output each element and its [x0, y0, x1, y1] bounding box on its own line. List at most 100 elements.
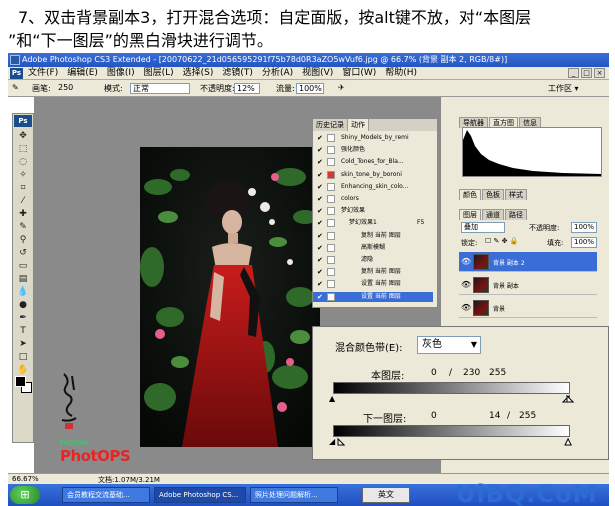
- action-dialog-toggle[interactable]: [327, 158, 335, 167]
- this-layer-white-slider-right[interactable]: ◣: [566, 394, 573, 403]
- flow-input[interactable]: 100%: [296, 83, 324, 94]
- action-row[interactable]: ✔ 复制 当前 图层: [313, 267, 433, 277]
- marquee-tool-icon[interactable]: ⬚: [17, 144, 29, 154]
- slice-tool-icon[interactable]: ⁄: [17, 196, 29, 206]
- menu-help[interactable]: 帮助(H): [385, 67, 417, 80]
- zoom-level[interactable]: 66.67%: [12, 475, 39, 483]
- action-check-icon[interactable]: ✔: [317, 195, 323, 203]
- blur-tool-icon[interactable]: 💧: [17, 287, 29, 297]
- brush-size[interactable]: 250: [58, 83, 73, 92]
- action-check-icon[interactable]: ✔: [317, 171, 323, 179]
- action-dialog-toggle[interactable]: [327, 280, 335, 289]
- action-check-icon[interactable]: ✔: [317, 268, 323, 276]
- menu-edit[interactable]: 编辑(E): [67, 67, 98, 80]
- action-row[interactable]: ✔ skin_tone_by_boroni: [313, 170, 433, 180]
- tab-color[interactable]: 颜色: [459, 189, 481, 200]
- brush-tool-icon-2[interactable]: ✎: [17, 222, 29, 232]
- action-dialog-toggle[interactable]: [327, 219, 335, 228]
- action-check-icon[interactable]: ✔: [317, 256, 323, 264]
- window-titlebar[interactable]: Adobe Photoshop CS3 Extended - [20070622…: [8, 53, 609, 67]
- pen-tool-icon[interactable]: ✒: [17, 313, 29, 323]
- blend-if-select[interactable]: 灰色 ▼: [417, 336, 481, 354]
- shape-tool-icon[interactable]: □: [17, 352, 29, 362]
- start-button[interactable]: ⊞: [10, 486, 40, 504]
- eye-icon[interactable]: 👁: [461, 257, 471, 266]
- menu-view[interactable]: 视图(V): [302, 67, 333, 80]
- stamp-tool-icon[interactable]: ⚲: [17, 235, 29, 245]
- brush-tool-icon[interactable]: ✎: [12, 83, 19, 92]
- action-check-icon[interactable]: ✔: [317, 244, 323, 252]
- menu-layer[interactable]: 图层(L): [144, 67, 174, 80]
- action-row[interactable]: ✔ 强化颜色: [313, 145, 433, 155]
- eraser-tool-icon[interactable]: ▭: [17, 261, 29, 271]
- action-check-icon[interactable]: ✔: [317, 280, 323, 288]
- action-row[interactable]: ✔ colors: [313, 194, 433, 204]
- foreground-color-swatch[interactable]: [15, 376, 26, 387]
- action-row[interactable]: ✔ 高斯模糊: [313, 243, 433, 253]
- task-photo-issues[interactable]: 照片处理问题解析...: [250, 487, 338, 503]
- tab-styles[interactable]: 样式: [505, 189, 527, 200]
- tab-layers[interactable]: 图层: [459, 209, 481, 220]
- this-layer-black-slider[interactable]: ▲: [329, 395, 335, 403]
- action-dialog-toggle[interactable]: [327, 268, 335, 277]
- action-dialog-toggle[interactable]: [327, 146, 335, 155]
- fill-input[interactable]: 100%: [571, 237, 597, 248]
- action-dialog-toggle[interactable]: [327, 256, 335, 264]
- gradient-tool-icon[interactable]: ▤: [17, 274, 29, 284]
- action-row[interactable]: ✔ 设置 当前 图层: [313, 279, 433, 289]
- action-check-icon[interactable]: ✔: [317, 183, 323, 191]
- action-dialog-toggle[interactable]: [327, 243, 335, 252]
- action-dialog-toggle[interactable]: [327, 207, 335, 216]
- action-check-icon[interactable]: ✔: [317, 207, 323, 215]
- layer-row[interactable]: 👁 背景: [459, 298, 597, 318]
- move-tool-icon[interactable]: ✥: [17, 131, 29, 141]
- task-photoshop[interactable]: Adobe Photoshop CS...: [154, 487, 246, 503]
- menu-select[interactable]: 选择(S): [183, 67, 214, 80]
- lock-icons[interactable]: ☐ ✎ ✥ 🔒: [485, 237, 518, 245]
- action-row[interactable]: ✔ 滤隐: [313, 255, 433, 265]
- menu-window[interactable]: 窗口(W): [342, 67, 376, 80]
- layer-blend-mode-select[interactable]: 叠加: [461, 222, 505, 233]
- action-row[interactable]: ✔ Enhancing_skin_colo...: [313, 182, 433, 192]
- mode-select[interactable]: 正常: [130, 83, 190, 94]
- tab-channels[interactable]: 通道: [482, 209, 504, 220]
- action-check-icon[interactable]: ✔: [317, 232, 323, 240]
- action-check-icon[interactable]: ✔: [317, 293, 323, 301]
- menu-filter[interactable]: 滤镜(T): [222, 67, 253, 80]
- action-dialog-toggle[interactable]: [327, 182, 335, 191]
- action-check-icon[interactable]: ✔: [317, 146, 323, 154]
- menu-analysis[interactable]: 分析(A): [262, 67, 293, 80]
- dodge-tool-icon[interactable]: ●: [17, 300, 29, 310]
- tab-actions[interactable]: 动作: [348, 119, 369, 131]
- workspace-menu[interactable]: 工作区 ▾: [548, 83, 579, 94]
- minimize-button[interactable]: _: [568, 68, 579, 78]
- healing-tool-icon[interactable]: ✚: [17, 209, 29, 219]
- task-forum[interactable]: 会员教程交流基础...: [62, 487, 150, 503]
- action-row[interactable]: ✔ 设置 当前 图层: [313, 291, 433, 302]
- path-select-icon[interactable]: ➤: [17, 339, 29, 349]
- document-photo[interactable]: [140, 147, 320, 447]
- action-dialog-toggle[interactable]: [327, 134, 335, 142]
- airbrush-icon[interactable]: ✈: [338, 83, 345, 92]
- tab-paths[interactable]: 路径: [505, 209, 527, 220]
- action-check-icon[interactable]: ✔: [317, 158, 323, 166]
- menu-image[interactable]: 图像(I): [107, 67, 135, 80]
- action-check-icon[interactable]: ✔: [317, 219, 323, 227]
- underlying-black-slider-left[interactable]: ◢: [329, 438, 335, 446]
- language-indicator[interactable]: 英文: [362, 487, 410, 503]
- action-dialog-toggle[interactable]: [327, 195, 335, 203]
- action-dialog-toggle[interactable]: [327, 231, 335, 240]
- action-dialog-toggle[interactable]: [327, 170, 335, 179]
- action-check-icon[interactable]: ✔: [317, 134, 323, 142]
- maximize-button[interactable]: □: [581, 68, 592, 78]
- action-row[interactable]: ✔ Cold_Tones_for_Bla...: [313, 157, 433, 167]
- close-button[interactable]: ×: [594, 68, 605, 78]
- eye-icon[interactable]: 👁: [461, 303, 471, 312]
- tab-swatches[interactable]: 色板: [482, 189, 504, 200]
- eye-icon[interactable]: 👁: [461, 280, 471, 289]
- layer-opacity-input[interactable]: 100%: [571, 222, 597, 233]
- crop-tool-icon[interactable]: ⌗: [17, 183, 29, 193]
- opacity-input[interactable]: 12%: [234, 83, 260, 94]
- action-row[interactable]: ✔ Shiny_Models_by_remi: [313, 133, 433, 143]
- action-dialog-toggle[interactable]: [327, 292, 335, 301]
